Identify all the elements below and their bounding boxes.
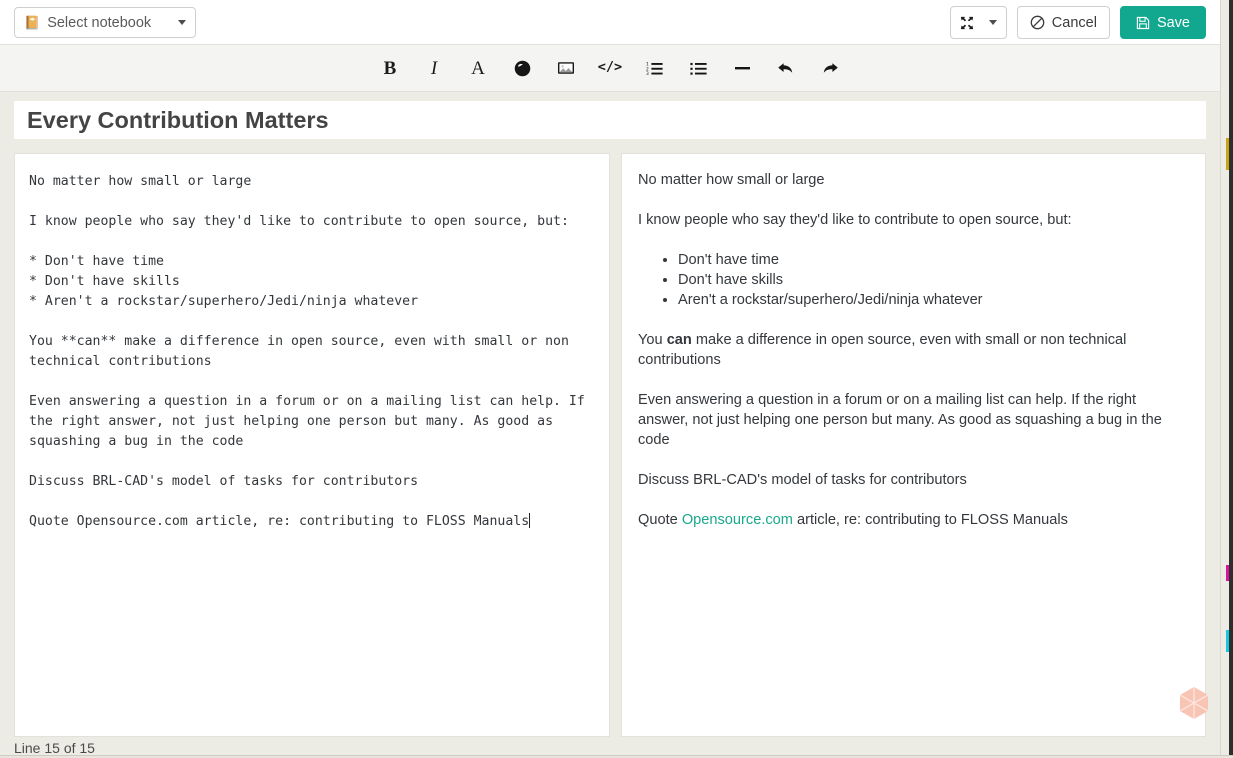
list-item: Don't have time: [678, 250, 1187, 270]
preview-p6-pre: Quote: [638, 512, 682, 528]
brl-cad-cube-logo: [1179, 686, 1209, 720]
horizontal-rule-icon[interactable]: [720, 51, 764, 85]
notebook-select-label: Select notebook: [47, 14, 152, 31]
preview-paragraph-2: I know people who say they'd like to con…: [638, 212, 1072, 228]
note-title-bar: Every Contribution Matters: [14, 101, 1206, 139]
notebook-icon: 📔: [24, 15, 41, 30]
pane-divider: [610, 153, 621, 737]
notebook-select-dropdown[interactable]: 📔 Select notebook: [14, 7, 196, 38]
save-button[interactable]: Save: [1119, 6, 1206, 39]
preview-paragraph-5: Discuss BRL-CAD's model of tasks for con…: [638, 472, 967, 488]
list-item: Don't have skills: [678, 270, 1187, 290]
preview-p3-pre: You: [638, 332, 667, 348]
opensource-link[interactable]: Opensource.com: [682, 512, 793, 528]
italic-button[interactable]: I: [412, 51, 456, 85]
font-style-button[interactable]: A: [456, 51, 500, 85]
bold-button[interactable]: B: [368, 51, 412, 85]
chevron-down-icon: [988, 20, 997, 25]
undo-arrow-icon[interactable]: [764, 51, 808, 85]
preview-p6-post: article, re: contributing to FLOSS Manua…: [792, 512, 1068, 528]
save-button-label: Save: [1156, 14, 1190, 31]
preview-p3-bold: can: [666, 332, 692, 348]
cancel-button[interactable]: Cancel: [1016, 6, 1110, 39]
format-toolbar-items: B I A </> 1 2 3: [368, 51, 852, 85]
ordered-list-icon[interactable]: 1 2 3: [632, 51, 676, 85]
format-toolbar: B I A </> 1 2 3: [0, 45, 1220, 92]
preview-bullet-list: Don't have time Don't have skills Aren't…: [638, 250, 1187, 310]
expand-arrows-icon: [960, 16, 974, 30]
expand-view-button[interactable]: [949, 6, 1007, 39]
preview-paragraph-6: Quote Opensource.com article, re: contri…: [638, 510, 1187, 530]
globe-icon[interactable]: [500, 51, 544, 85]
code-icon[interactable]: </>: [588, 51, 632, 85]
top-bar-actions: Cancel Save: [949, 6, 1206, 39]
chevron-down-icon: [178, 20, 186, 25]
note-editor-app: 📔 Select notebook Cancel Save B I A </> …: [0, 0, 1233, 758]
markdown-source-value: No matter how small or large I know peop…: [29, 174, 585, 529]
preview-p3-post: make a difference in open source, even w…: [638, 332, 1127, 368]
right-edge-strip: [1220, 0, 1233, 758]
cancel-button-label: Cancel: [1051, 14, 1097, 31]
text-cursor: [529, 513, 531, 528]
markdown-editor-pane[interactable]: No matter how small or large I know peop…: [14, 153, 610, 737]
preview-paragraph-3: You can make a difference in open source…: [638, 330, 1187, 370]
image-icon[interactable]: [544, 51, 588, 85]
redo-arrow-icon[interactable]: [808, 51, 852, 85]
preview-paragraph-1: No matter how small or large: [638, 172, 825, 188]
line-indicator: Line 15 of 15: [14, 739, 95, 756]
bullet-list-icon[interactable]: [676, 51, 720, 85]
svg-text:3: 3: [646, 71, 649, 76]
editor-preview-split: No matter how small or large I know peop…: [14, 153, 1206, 737]
window-scrollbar[interactable]: [1229, 0, 1233, 758]
page-title[interactable]: Every Contribution Matters: [27, 107, 329, 134]
preview-paragraph-4: Even answering a question in a forum or …: [638, 392, 1162, 448]
list-item: Aren't a rockstar/superhero/Jedi/ninja w…: [678, 290, 1187, 310]
top-bar: 📔 Select notebook Cancel Save: [0, 0, 1220, 45]
ban-circle-icon: [1030, 15, 1045, 30]
floppy-disk-icon: [1136, 16, 1150, 30]
markdown-source-text[interactable]: No matter how small or large I know peop…: [29, 172, 595, 532]
markdown-preview-pane: No matter how small or large I know peop…: [621, 153, 1206, 737]
